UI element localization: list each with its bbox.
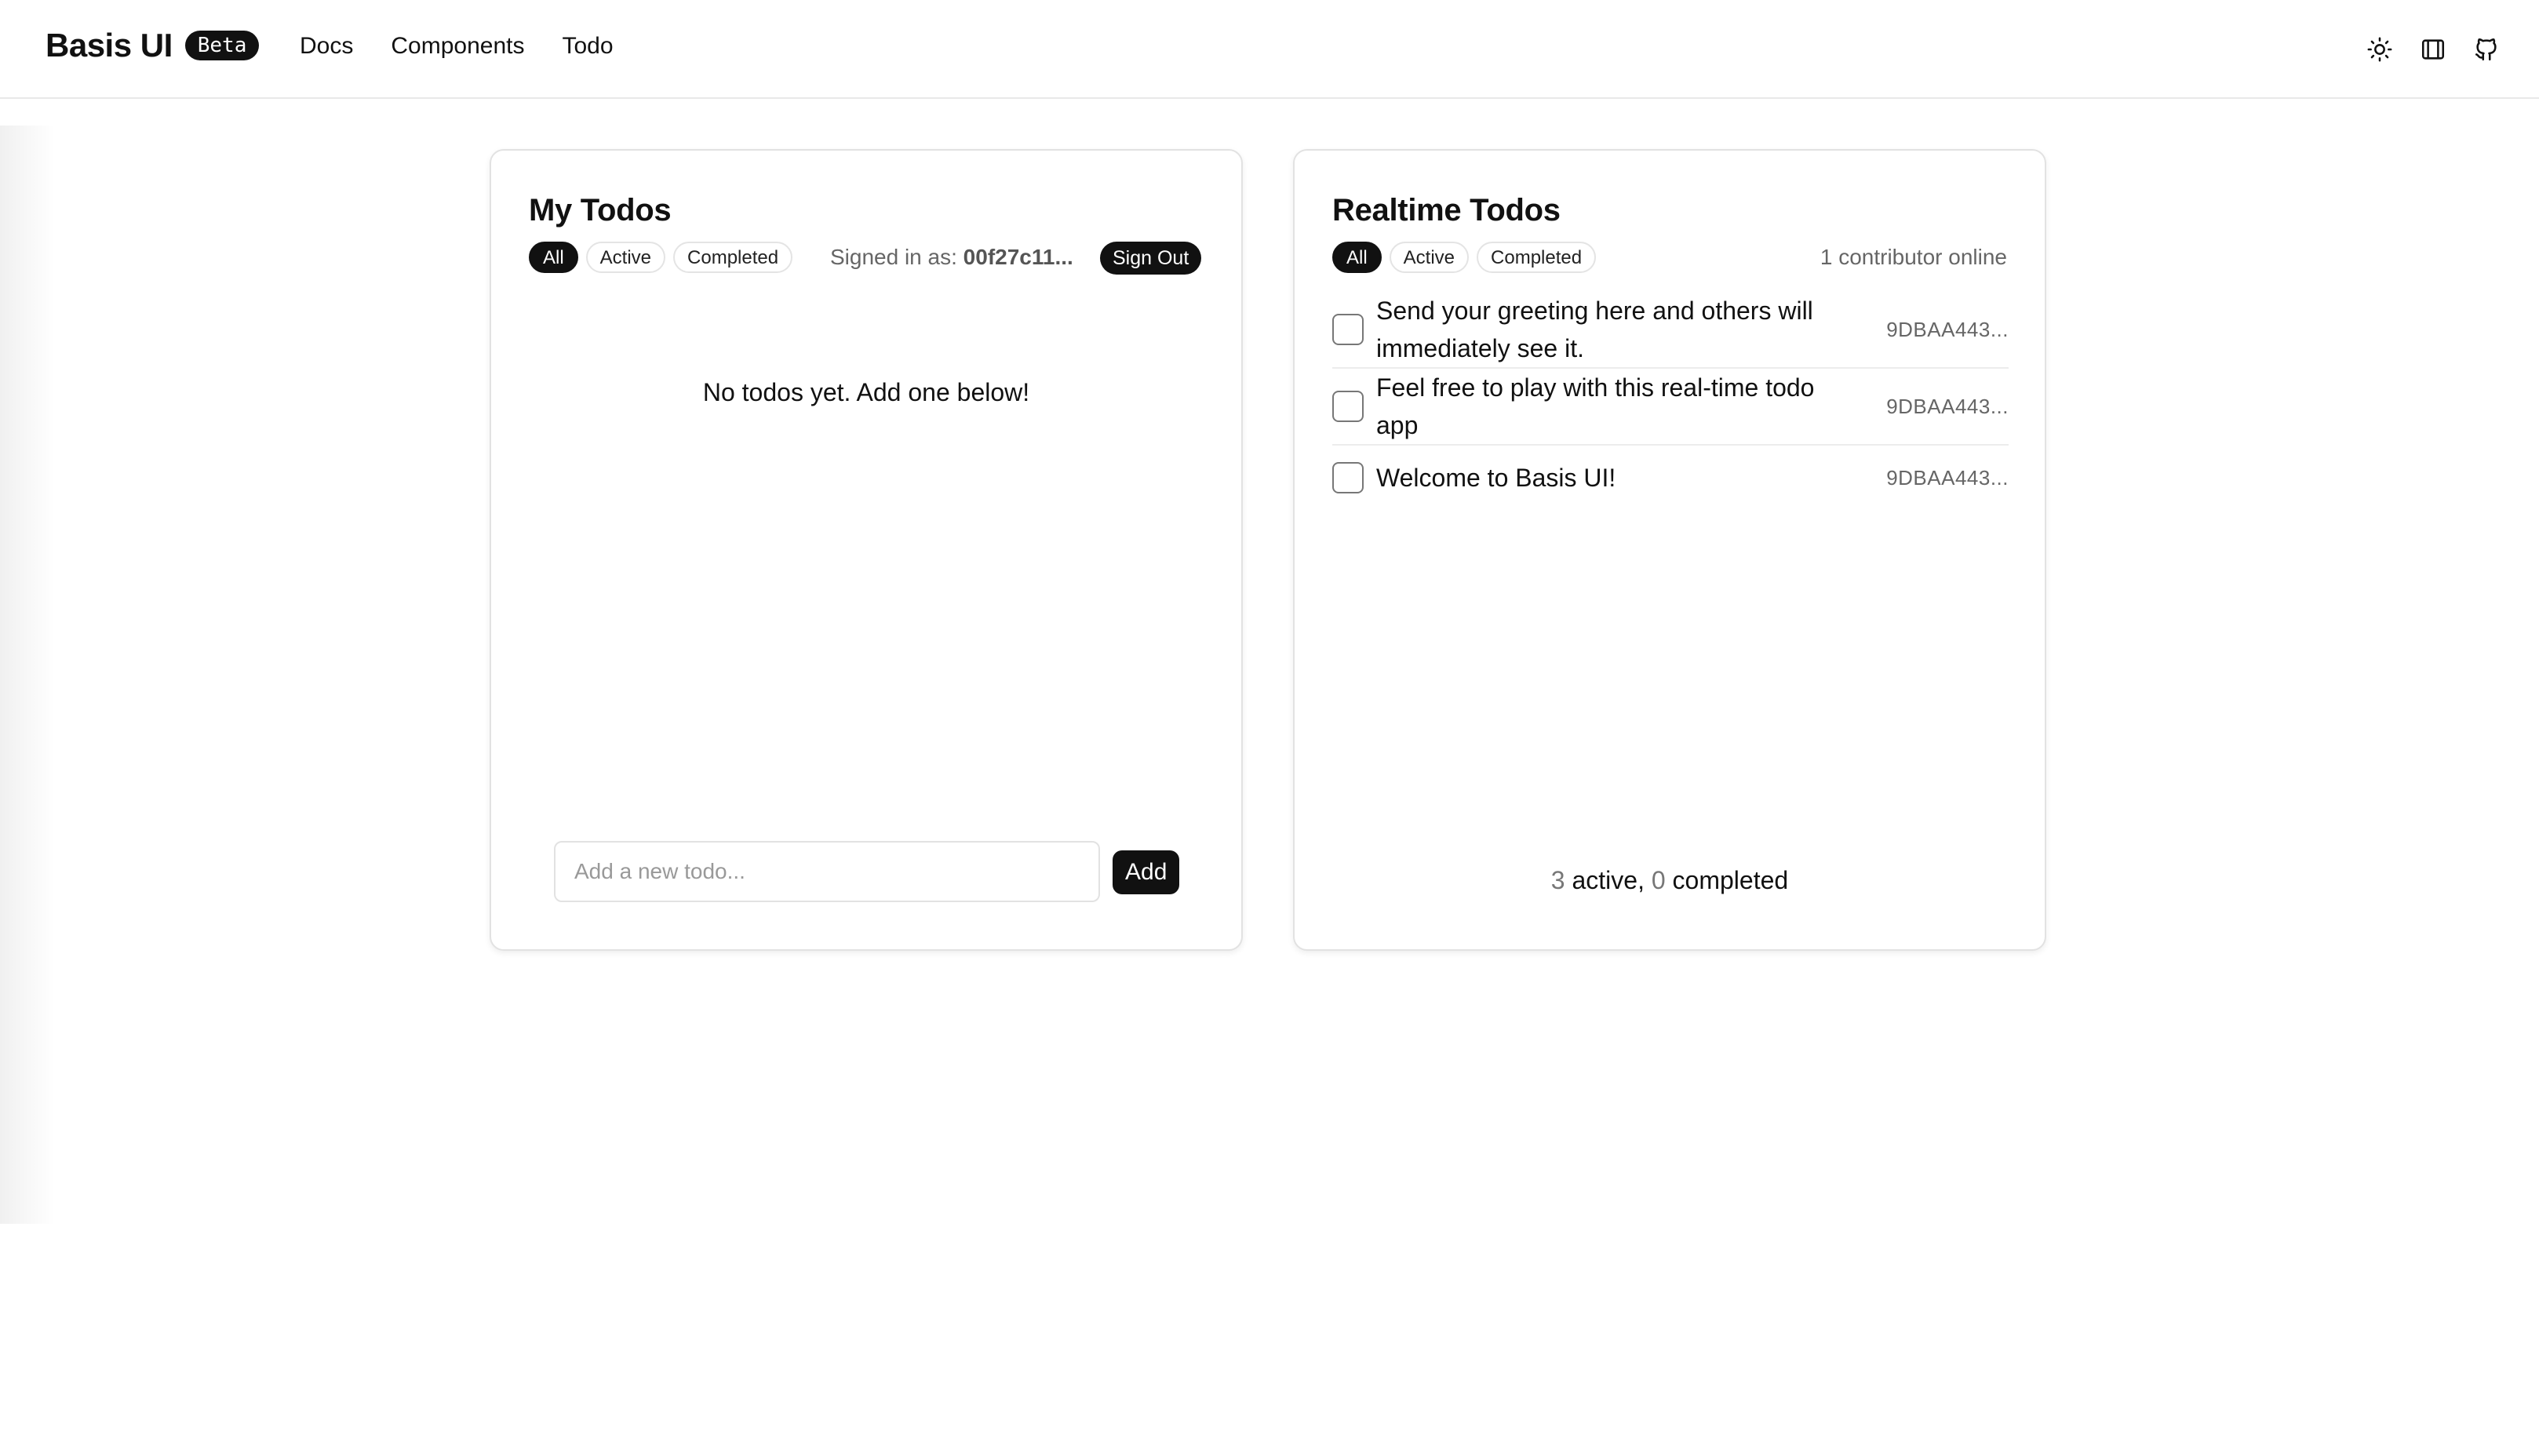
nav-todo[interactable]: Todo bbox=[562, 33, 613, 60]
signed-in-label: Signed in as: bbox=[830, 245, 957, 269]
my-todos-card: My Todos All Active Completed Signed in … bbox=[490, 149, 1243, 951]
brand[interactable]: Basis UI Beta bbox=[46, 27, 260, 64]
empty-state-message: No todos yet. Add one below! bbox=[702, 378, 1030, 406]
active-count: 3 bbox=[1550, 866, 1565, 894]
filter-all[interactable]: All bbox=[529, 242, 578, 273]
nav-docs[interactable]: Docs bbox=[300, 33, 353, 60]
signed-in-status: Signed in as: 00f27c11... bbox=[830, 245, 1073, 270]
new-todo-input[interactable] bbox=[554, 841, 1100, 902]
my-todos-filters: All Active Completed bbox=[529, 242, 800, 273]
theme-toggle-button[interactable] bbox=[2362, 31, 2398, 67]
github-icon bbox=[2475, 38, 2497, 61]
todo-checkbox[interactable] bbox=[1332, 462, 1364, 493]
todo-checkbox[interactable] bbox=[1332, 391, 1364, 422]
filter-active[interactable]: Active bbox=[585, 242, 666, 273]
active-label: active, bbox=[1565, 866, 1652, 894]
filter-all[interactable]: All bbox=[1332, 242, 1382, 273]
filter-active[interactable]: Active bbox=[1389, 242, 1470, 273]
todo-item: Feel free to play with this real-time to… bbox=[1332, 369, 2009, 446]
realtime-todos-card: Realtime Todos All Active Completed 1 co… bbox=[1293, 149, 2046, 951]
todo-owner: 9DBAA443... bbox=[1886, 465, 2009, 490]
nav-components[interactable]: Components bbox=[391, 33, 524, 60]
todo-list: Send your greeting here and others will … bbox=[1332, 292, 2009, 510]
header-actions bbox=[2344, 31, 2504, 67]
todo-text: Welcome to Basis UI! bbox=[1376, 464, 1616, 492]
todo-text: Send your greeting here and others will … bbox=[1376, 297, 1813, 362]
layout-toggle-button[interactable] bbox=[2415, 31, 2451, 67]
sign-out-button[interactable]: Sign Out bbox=[1100, 242, 1202, 275]
sun-icon bbox=[2367, 37, 2392, 62]
left-edge-shadow bbox=[0, 126, 55, 1224]
todo-item: Send your greeting here and others will … bbox=[1332, 292, 2009, 369]
my-todos-title: My Todos bbox=[529, 193, 672, 228]
user-id: 00f27c11... bbox=[963, 245, 1073, 269]
main-nav: Docs Components Todo bbox=[300, 33, 651, 60]
add-todo-button[interactable]: Add bbox=[1113, 850, 1180, 894]
beta-badge: Beta bbox=[184, 31, 260, 60]
realtime-todos-title: Realtime Todos bbox=[1332, 193, 1561, 228]
todo-owner: 9DBAA443... bbox=[1886, 317, 2009, 341]
contributors-online: 1 contributor online bbox=[1820, 245, 2007, 269]
todo-text: Feel free to play with this real-time to… bbox=[1376, 373, 1815, 439]
top-navbar: Basis UI Beta Docs Components Todo bbox=[0, 0, 2539, 99]
todo-checkbox[interactable] bbox=[1332, 314, 1364, 345]
sidebar-layout-icon bbox=[2421, 39, 2445, 60]
todo-item: Welcome to Basis UI! 9DBAA443... bbox=[1332, 446, 2009, 510]
todo-summary: 3 active, 0 completed bbox=[1295, 866, 2045, 895]
completed-label: completed bbox=[1665, 866, 1789, 894]
realtime-todos-filters: All Active Completed bbox=[1332, 242, 1604, 273]
brand-title: Basis UI bbox=[46, 27, 173, 64]
filter-completed[interactable]: Completed bbox=[1477, 242, 1597, 273]
filter-completed[interactable]: Completed bbox=[673, 242, 793, 273]
github-link-button[interactable] bbox=[2468, 31, 2504, 67]
todo-owner: 9DBAA443... bbox=[1886, 394, 2009, 418]
completed-count: 0 bbox=[1651, 866, 1666, 894]
